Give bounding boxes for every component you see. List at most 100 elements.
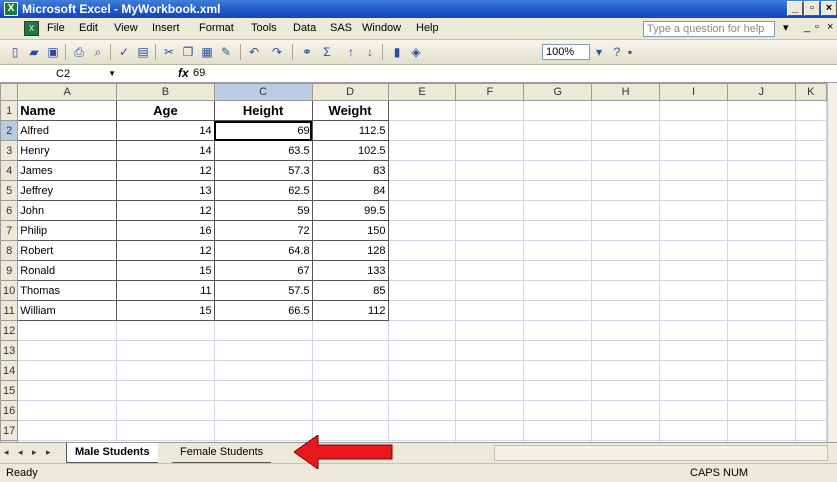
- cell-j13[interactable]: [726, 340, 796, 361]
- save-icon[interactable]: ▣: [44, 43, 62, 61]
- cell-j11[interactable]: [726, 300, 796, 321]
- chart-wizard-icon[interactable]: ▮: [388, 43, 406, 61]
- row-header[interactable]: 6: [0, 200, 19, 221]
- menu-sas[interactable]: SAS: [330, 22, 352, 34]
- cell-b9[interactable]: 15: [116, 260, 215, 281]
- formula-value[interactable]: 69: [193, 65, 205, 82]
- cell-k10[interactable]: [794, 280, 827, 301]
- cell-i5[interactable]: [659, 180, 728, 201]
- cell-i2[interactable]: [659, 120, 728, 141]
- column-header-d[interactable]: D: [311, 83, 389, 101]
- cell-e10[interactable]: [387, 280, 457, 301]
- help-icon[interactable]: ?: [608, 43, 626, 61]
- cell-e16[interactable]: [387, 400, 457, 421]
- cell-i17[interactable]: [659, 420, 728, 441]
- name-box-dropdown-icon[interactable]: ▼: [108, 66, 116, 82]
- cell-g4[interactable]: [523, 160, 593, 181]
- cell-g7[interactable]: [523, 220, 593, 241]
- cell-f11[interactable]: [455, 300, 525, 321]
- cell-a12[interactable]: [17, 320, 118, 341]
- cell-b10[interactable]: 11: [116, 280, 215, 301]
- prev-sheet-icon[interactable]: ◂: [18, 447, 23, 458]
- cell-f6[interactable]: [455, 200, 525, 221]
- cell-d7[interactable]: 150: [311, 220, 389, 241]
- cell-k15[interactable]: [794, 380, 827, 401]
- cell-b8[interactable]: 12: [116, 240, 215, 261]
- cell-h4[interactable]: [591, 160, 661, 181]
- cell-j10[interactable]: [726, 280, 796, 301]
- cell-h10[interactable]: [591, 280, 661, 301]
- cell-f15[interactable]: [455, 380, 525, 401]
- cell-b12[interactable]: [116, 320, 215, 341]
- column-header-g[interactable]: G: [523, 83, 593, 101]
- row-header[interactable]: 10: [0, 280, 19, 301]
- cell-a6[interactable]: John: [17, 200, 118, 221]
- autosum-icon[interactable]: Σ: [318, 43, 336, 61]
- column-header-b[interactable]: B: [116, 83, 215, 101]
- cell-g17[interactable]: [523, 420, 593, 441]
- cell-h8[interactable]: [591, 240, 661, 261]
- cell-d5[interactable]: 84: [311, 180, 389, 201]
- cut-icon[interactable]: ✂: [160, 43, 178, 61]
- cell-j5[interactable]: [726, 180, 796, 201]
- cell-b2[interactable]: 14: [116, 120, 215, 141]
- cell-i9[interactable]: [659, 260, 728, 281]
- menu-edit[interactable]: Edit: [79, 22, 98, 34]
- cell-f5[interactable]: [455, 180, 525, 201]
- cell-j7[interactable]: [726, 220, 796, 241]
- row-header[interactable]: 17: [0, 420, 19, 441]
- cell-j8[interactable]: [726, 240, 796, 261]
- doc-minimize-button[interactable]: _: [804, 21, 810, 33]
- cell-i10[interactable]: [659, 280, 728, 301]
- cell-k14[interactable]: [794, 360, 827, 381]
- cell-c7[interactable]: 72: [213, 220, 313, 241]
- cell-k3[interactable]: [794, 140, 827, 161]
- cell-c9[interactable]: 67: [213, 260, 313, 281]
- cell-h9[interactable]: [591, 260, 661, 281]
- name-box[interactable]: C2 ▼: [18, 66, 118, 82]
- cell-k9[interactable]: [794, 260, 827, 281]
- help-question-input[interactable]: Type a question for help: [643, 21, 775, 37]
- cell-d13[interactable]: [311, 340, 389, 361]
- row-header[interactable]: 11: [0, 300, 19, 321]
- cell-b14[interactable]: [116, 360, 215, 381]
- restore-button[interactable]: ▫: [804, 1, 820, 16]
- format-painter-icon[interactable]: ✎: [217, 43, 235, 61]
- cell-j14[interactable]: [726, 360, 796, 381]
- cell-d6[interactable]: 99.5: [311, 200, 389, 221]
- cell-c14[interactable]: [213, 360, 313, 381]
- cell-h16[interactable]: [591, 400, 661, 421]
- row-header[interactable]: 5: [0, 180, 19, 201]
- cell-h3[interactable]: [591, 140, 661, 161]
- cell-k12[interactable]: [794, 320, 827, 341]
- cell-e13[interactable]: [387, 340, 457, 361]
- cell-f16[interactable]: [455, 400, 525, 421]
- cell-e1[interactable]: [387, 100, 457, 121]
- zoom-dropdown-icon[interactable]: ▾: [590, 43, 608, 61]
- undo-icon[interactable]: ↶: [245, 43, 263, 61]
- cell-g15[interactable]: [523, 380, 593, 401]
- cell-c1[interactable]: Height: [213, 100, 313, 121]
- horizontal-scrollbar[interactable]: [494, 445, 828, 461]
- row-header[interactable]: 14: [0, 360, 19, 381]
- cell-i11[interactable]: [659, 300, 728, 321]
- cell-g6[interactable]: [523, 200, 593, 221]
- cell-a5[interactable]: Jeffrey: [17, 180, 118, 201]
- cell-e11[interactable]: [387, 300, 457, 321]
- cell-d9[interactable]: 133: [311, 260, 389, 281]
- cell-a11[interactable]: William: [17, 300, 118, 321]
- cell-c13[interactable]: [213, 340, 313, 361]
- cell-g2[interactable]: [523, 120, 593, 141]
- copy-icon[interactable]: ❐: [179, 43, 197, 61]
- cell-b3[interactable]: 14: [116, 140, 215, 161]
- open-icon[interactable]: ▰: [25, 43, 43, 61]
- cell-b4[interactable]: 12: [116, 160, 215, 181]
- cell-f7[interactable]: [455, 220, 525, 241]
- cell-e17[interactable]: [387, 420, 457, 441]
- hyperlink-icon[interactable]: ⚭: [298, 43, 316, 61]
- cell-g16[interactable]: [523, 400, 593, 421]
- cell-c15[interactable]: [213, 380, 313, 401]
- cell-d3[interactable]: 102.5: [311, 140, 389, 161]
- column-header-e[interactable]: E: [387, 83, 457, 101]
- row-header[interactable]: 8: [0, 240, 19, 261]
